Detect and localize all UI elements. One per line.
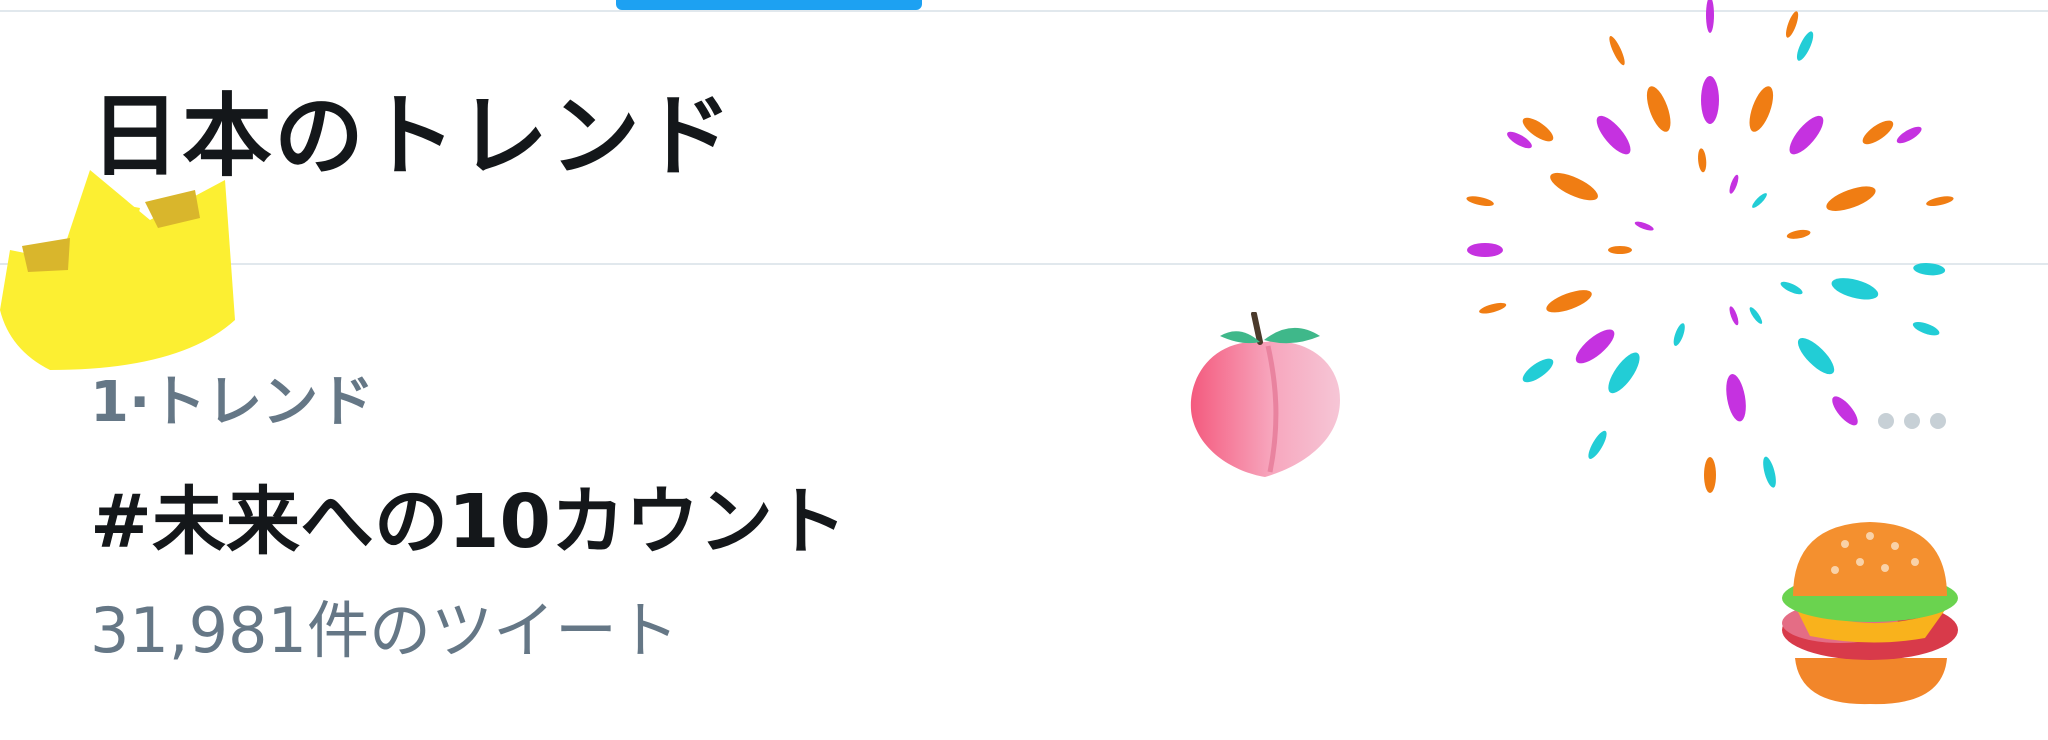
crown-icon — [0, 170, 235, 370]
trend-tweet-count: 31,981件のツイート — [90, 594, 679, 667]
peach-icon — [1190, 312, 1340, 477]
fireworks-icon — [1466, 0, 1954, 493]
trend-rank-label: 1·トレンド — [90, 370, 375, 435]
trends-page: 日本のトレンド 1·トレンド #未来への10カウント 31,981件のツイート — [0, 0, 2048, 740]
active-tab-indicator[interactable] — [616, 0, 922, 10]
burger-icon — [1782, 522, 1958, 705]
trend-hashtag[interactable]: #未来への10カウント — [90, 485, 847, 559]
